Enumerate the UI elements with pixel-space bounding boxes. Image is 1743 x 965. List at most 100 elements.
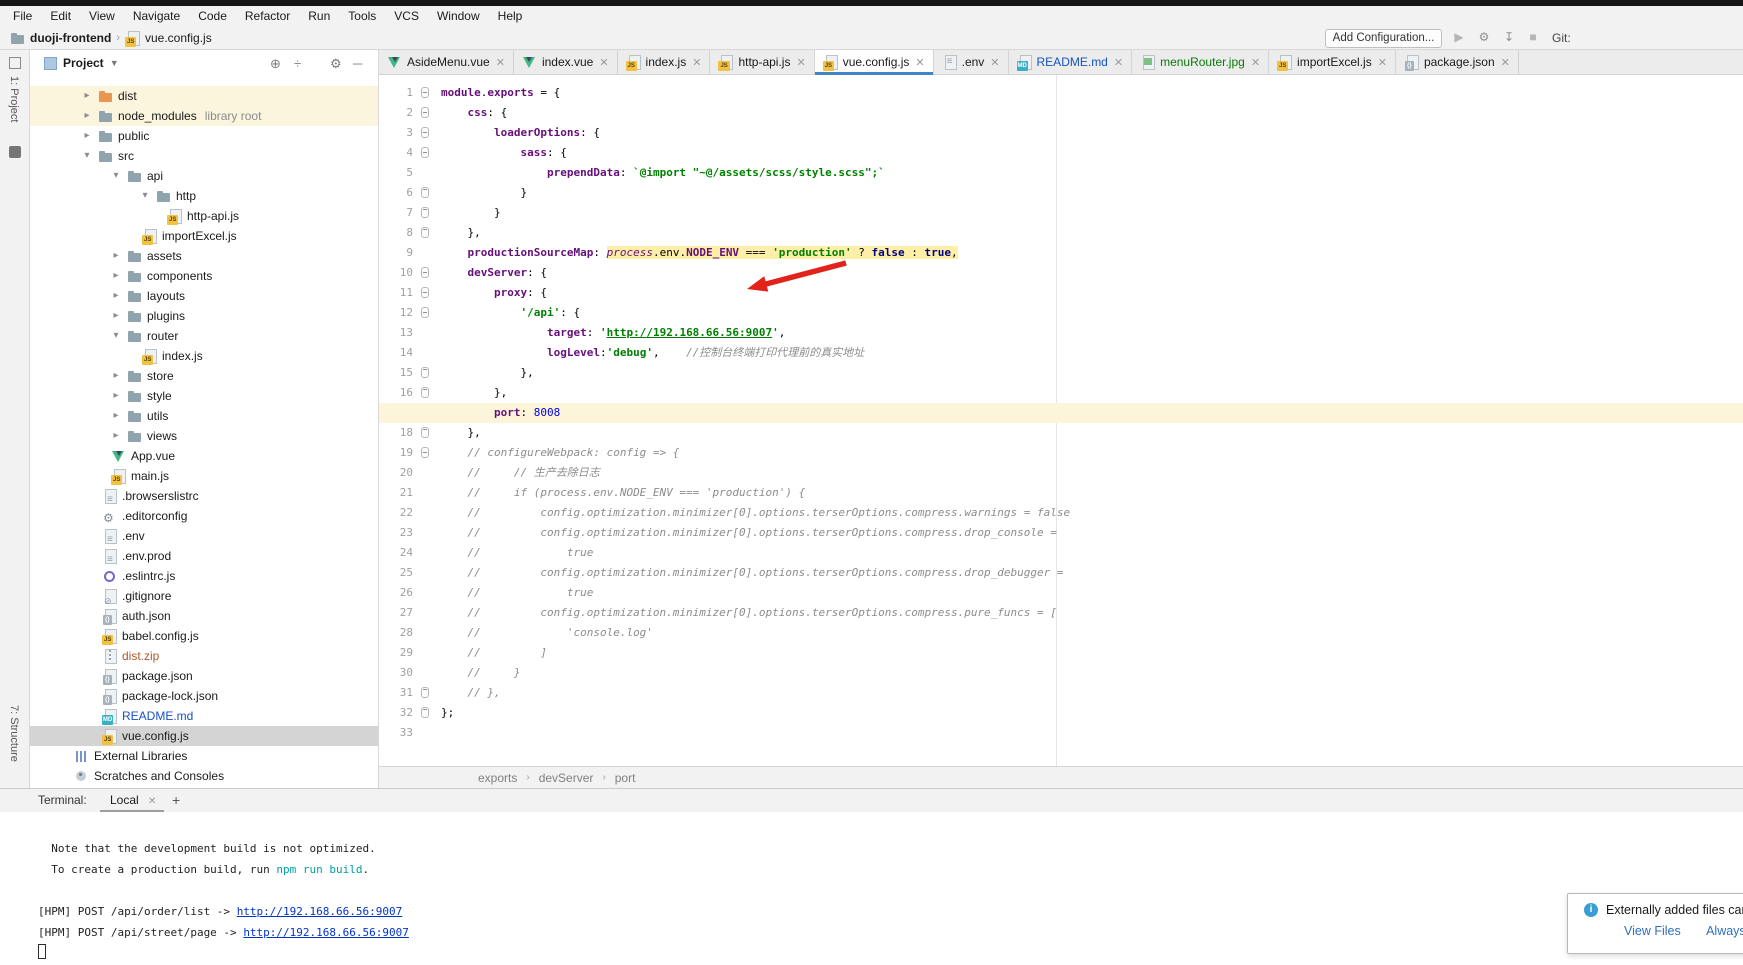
tree-item--browserslistrc[interactable]: .browserslistrc: [30, 486, 378, 506]
collapse-all-icon[interactable]: ÷: [294, 56, 301, 71]
tree-item-views[interactable]: ▸views: [30, 426, 378, 446]
editor-tab-vue-config-js[interactable]: vue.config.js✕: [815, 50, 934, 74]
code-line-30[interactable]: // }: [441, 663, 1743, 683]
tree-item-assets[interactable]: ▸assets: [30, 246, 378, 266]
code-line-10[interactable]: devServer: {: [441, 263, 1743, 283]
code-line-22[interactable]: // config.optimization.minimizer[0].opti…: [441, 503, 1743, 523]
chevron-right-icon[interactable]: ▸: [105, 306, 127, 326]
editor-tab-index-js[interactable]: index.js✕: [618, 50, 711, 74]
tree-item-utils[interactable]: ▸utils: [30, 406, 378, 426]
tree-item-store[interactable]: ▸store: [30, 366, 378, 386]
fold-marker-icon[interactable]: [421, 427, 429, 438]
code-line-21[interactable]: // if (process.env.NODE_ENV === 'product…: [441, 483, 1743, 503]
tree-item--env[interactable]: .env: [30, 526, 378, 546]
fold-marker-icon[interactable]: [421, 707, 429, 718]
run-play-icon[interactable]: ▶: [1450, 30, 1468, 44]
new-terminal-icon[interactable]: +: [172, 792, 180, 808]
code-breadcrumb-port[interactable]: port: [615, 771, 636, 785]
locate-file-icon[interactable]: ⊕: [270, 56, 281, 72]
tree-item-auth-json[interactable]: auth.json: [30, 606, 378, 626]
close-icon[interactable]: ✕: [1378, 56, 1387, 69]
code-line-26[interactable]: // true: [441, 583, 1743, 603]
editor-tab-index-vue[interactable]: index.vue✕: [514, 50, 618, 74]
editor-tab-menurouter-jpg[interactable]: menuRouter.jpg✕: [1132, 50, 1269, 74]
stop-icon[interactable]: ■: [1524, 30, 1542, 44]
add-configuration-button[interactable]: Add Configuration...: [1325, 29, 1442, 48]
fold-marker-icon[interactable]: [421, 267, 429, 278]
menu-navigate[interactable]: Navigate: [124, 6, 189, 26]
code-line-6[interactable]: }: [441, 183, 1743, 203]
project-panel-title[interactable]: Project: [63, 56, 104, 70]
code-line-5[interactable]: prependData: `@import "~@/assets/scss/st…: [441, 163, 1743, 183]
fold-marker-icon[interactable]: [421, 687, 429, 698]
hide-panel-icon[interactable]: ─: [353, 56, 362, 71]
tree-item-http-api-js[interactable]: http-api.js: [30, 206, 378, 226]
code-line-31[interactable]: // },: [441, 683, 1743, 703]
tree-item-dist-zip[interactable]: dist.zip: [30, 646, 378, 666]
chevron-down-icon[interactable]: ▾: [105, 166, 127, 186]
close-icon[interactable]: ✕: [915, 56, 924, 69]
code-line-2[interactable]: css: {: [441, 103, 1743, 123]
code-line-23[interactable]: // config.optimization.minimizer[0].opti…: [441, 523, 1743, 543]
tree-item-api[interactable]: ▾api: [30, 166, 378, 186]
editor-tab-importexcel-js[interactable]: importExcel.js✕: [1269, 50, 1396, 74]
code-line-7[interactable]: }: [441, 203, 1743, 223]
commit-toolwindow-icon[interactable]: [9, 146, 21, 158]
tree-item-package-lock-json[interactable]: package-lock.json: [30, 686, 378, 706]
terminal-tab-local[interactable]: Local ✕: [100, 789, 164, 813]
close-icon[interactable]: ✕: [990, 56, 999, 69]
menu-vcs[interactable]: VCS: [385, 6, 428, 26]
code-line-17[interactable]: port: 8008: [379, 403, 1743, 423]
close-icon[interactable]: ✕: [1501, 56, 1510, 69]
code-line-28[interactable]: // 'console.log': [441, 623, 1743, 643]
menu-help[interactable]: Help: [489, 6, 532, 26]
tree-item-layouts[interactable]: ▸layouts: [30, 286, 378, 306]
code-line-11[interactable]: proxy: {: [441, 283, 1743, 303]
breadcrumb-file[interactable]: vue.config.js: [145, 31, 212, 45]
tree-item-node-modules[interactable]: ▸node_moduleslibrary root: [30, 106, 378, 126]
code-line-33[interactable]: [441, 723, 1743, 743]
tree-item-plugins[interactable]: ▸plugins: [30, 306, 378, 326]
tree-item-app-vue[interactable]: App.vue: [30, 446, 378, 466]
tree-item--gitignore[interactable]: .gitignore: [30, 586, 378, 606]
project-toolwindow-button[interactable]: 1: Project: [8, 76, 20, 122]
tree-item-style[interactable]: ▸style: [30, 386, 378, 406]
code-line-32[interactable]: };: [441, 703, 1743, 723]
tree-item-http[interactable]: ▾http: [30, 186, 378, 206]
code-line-8[interactable]: },: [441, 223, 1743, 243]
fold-marker-icon[interactable]: [421, 387, 429, 398]
code-line-25[interactable]: // config.optimization.minimizer[0].opti…: [441, 563, 1743, 583]
code-breadcrumb-devserver[interactable]: devServer: [539, 771, 594, 785]
editor-tab-asidemenu-vue[interactable]: AsideMenu.vue✕: [379, 50, 514, 74]
tree-item-vue-config-js[interactable]: vue.config.js: [30, 726, 378, 746]
git-menu-label[interactable]: Git:: [1552, 31, 1571, 45]
code-line-12[interactable]: '/api': {: [441, 303, 1743, 323]
chevron-right-icon[interactable]: ▸: [105, 246, 127, 266]
fold-marker-icon[interactable]: [421, 367, 429, 378]
chevron-right-icon[interactable]: ▸: [76, 86, 98, 106]
fold-marker-icon[interactable]: [421, 227, 429, 238]
code-line-14[interactable]: logLevel:'debug', //控制台终端打印代理前的真实地址: [441, 343, 1743, 363]
code-breadcrumb-exports[interactable]: exports: [478, 771, 517, 785]
tree-item-importexcel-js[interactable]: importExcel.js: [30, 226, 378, 246]
tree-item-components[interactable]: ▸components: [30, 266, 378, 286]
terminal-output[interactable]: Note that the development build is not o…: [0, 812, 1743, 965]
code-line-4[interactable]: sass: {: [441, 143, 1743, 163]
editor-tab-readme-md[interactable]: README.md✕: [1009, 50, 1133, 74]
menu-refactor[interactable]: Refactor: [236, 6, 299, 26]
code-line-19[interactable]: // configureWebpack: config => {: [441, 443, 1743, 463]
menu-tools[interactable]: Tools: [339, 6, 385, 26]
code-line-13[interactable]: target: 'http://192.168.66.56:9007',: [441, 323, 1743, 343]
debug-icon[interactable]: ⚙: [1475, 30, 1493, 44]
editor-tab--env[interactable]: .env✕: [934, 50, 1009, 74]
tree-item-src[interactable]: ▾src: [30, 146, 378, 166]
tree-item--env-prod[interactable]: .env.prod: [30, 546, 378, 566]
code-line-15[interactable]: },: [441, 363, 1743, 383]
fold-marker-icon[interactable]: [421, 87, 429, 98]
tree-item-readme-md[interactable]: README.md: [30, 706, 378, 726]
gear-icon[interactable]: ⚙: [330, 56, 342, 72]
chevron-right-icon[interactable]: ▸: [105, 286, 127, 306]
tree-item-main-js[interactable]: main.js: [30, 466, 378, 486]
fold-marker-icon[interactable]: [421, 127, 429, 138]
chevron-right-icon[interactable]: ▸: [76, 126, 98, 146]
